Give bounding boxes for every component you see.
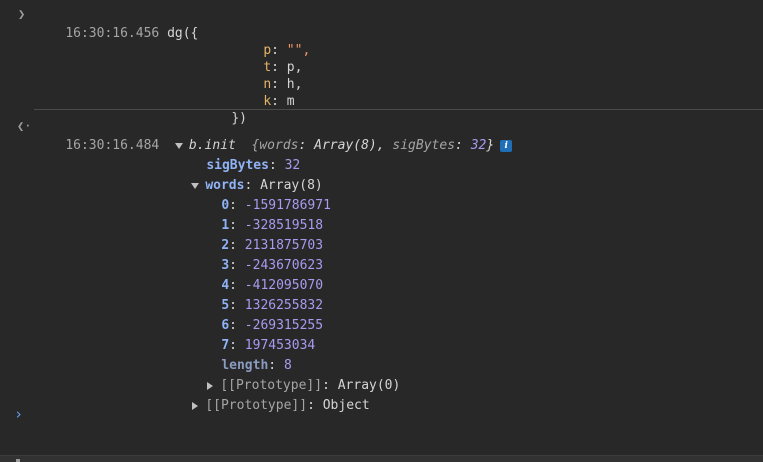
preview-value: : Array(8), [298,138,393,153]
property-words[interactable]: words: Array(8) [160,156,323,193]
call-expression: dg({ [167,26,199,41]
info-icon[interactable]: i [500,139,513,152]
preview-key: sigBytes [392,138,456,153]
result-header-line[interactable]: 16:30:16.484 b.init {words: Array(8), si… [34,116,513,153]
console-panel: ❯ 16:30:16.456 dg({ p: "", t: p, n: h, k… [0,0,763,462]
preview-brace: } [486,138,495,153]
array-item: 4: -412095070 [221,278,324,293]
property-length: length: 8 [221,358,292,373]
console-input-line[interactable]: 16:30:16.456 dg({ [34,4,198,41]
arg-separator: : [271,94,287,109]
property-sigBytes: sigBytes: 32 [206,158,301,173]
array-item: 0: -1591786971 [221,198,331,213]
array-item: 5: 1326255832 [221,298,324,313]
prototype-key: [[Prototype]] [205,398,308,413]
preview-number: 32 [470,138,487,153]
chevron-right-icon[interactable]: ❯ [18,4,25,24]
return-arrow-icon: ❮· [17,119,32,133]
preview-separator: : [455,138,471,153]
arg-key: k [263,94,272,109]
timestamp: 16:30:16.456 [65,26,160,41]
collapse-triangle-icon[interactable] [192,401,199,410]
console-prompt-icon[interactable]: › [14,404,23,424]
array-item: 1: -328519518 [221,218,324,233]
prototype-value: Object [322,398,370,413]
arg-value: m [286,94,295,109]
array-item: 3: -243670623 [221,258,324,273]
call-close: }) [200,89,247,126]
array-item: 6: -269315255 [221,318,324,333]
timestamp: 16:30:16.484 [65,138,160,153]
entry-divider [34,109,763,110]
array-item: 2: 2131875703 [221,238,324,253]
words-prototype[interactable]: [[Prototype]]: Array(0) [176,356,400,393]
status-bar [0,455,763,462]
object-prototype[interactable]: [[Prototype]]: Object [161,376,370,413]
array-item: 7: 197453034 [221,338,316,353]
